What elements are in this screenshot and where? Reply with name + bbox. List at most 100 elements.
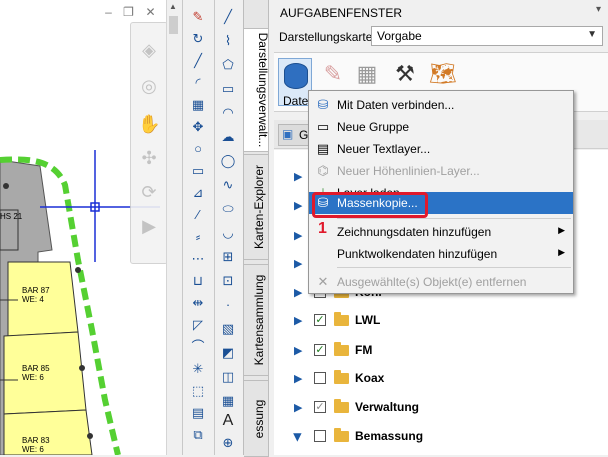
polyline-icon[interactable]: ⌇	[218, 32, 238, 50]
new-group-icon: ▭	[316, 119, 330, 134]
break-icon[interactable]: ⋯	[188, 250, 208, 268]
layer-checkbox[interactable]	[314, 430, 326, 442]
table-view-icon[interactable]: ▦	[352, 60, 382, 88]
expand-icon[interactable]: ▶	[294, 401, 302, 414]
draw-toolbar: ✎ ↻ ╱ ◜ ▦ ✥ ○ ▭ ⊿ ⁄ ⸗ ⋯ ⊔ ⇹ ◸ ⌒ ✳ ⬚ ▤ ⧉	[182, 0, 215, 455]
menu-item-neuer-hoehenlinien-layer: ⌬ Neuer Höhenlinien-Layer...	[309, 160, 573, 182]
polygon-icon[interactable]: ⬠	[218, 56, 238, 74]
taskpane-vertical-tabs: Darstellungsverwalt... Karten-Explorer K…	[243, 0, 270, 457]
tools-icon[interactable]: ⚒	[390, 60, 420, 88]
stretch-icon[interactable]: ⊿	[188, 184, 208, 202]
spline-icon[interactable]: ∿	[218, 176, 238, 194]
blend-icon[interactable]: ⌒	[188, 338, 208, 356]
tab-kartensammlung[interactable]: Kartensammlung	[244, 264, 269, 376]
tree-row-lwl[interactable]: ▶ ✓ LWL	[294, 311, 594, 331]
drawing-canvas[interactable]: HS 21 BAR 87 WE: 4 BAR 85 WE: 6 BAR 83 W…	[0, 0, 180, 455]
submenu-arrow-icon: ▶	[558, 247, 565, 257]
vertical-scrollbar[interactable]: ▲	[166, 0, 181, 455]
text-layer-icon: ▤	[316, 141, 330, 156]
ellipse-icon[interactable]: ⬭	[218, 200, 238, 218]
scroll-thumb[interactable]	[169, 16, 178, 34]
tab-darstellungsverwaltung[interactable]: Darstellungsverwalt...	[244, 28, 270, 152]
tree-row-koax[interactable]: ▶ Koax	[294, 369, 594, 389]
tab-bemessung[interactable]: essung	[244, 380, 269, 457]
remove-icon: ✕	[317, 274, 329, 289]
expand-icon[interactable]: ▶	[294, 372, 302, 385]
line-draw-icon[interactable]: ╱	[218, 8, 238, 26]
move-icon[interactable]: ✥	[188, 118, 208, 136]
layer-checkbox[interactable]: ✓	[314, 314, 326, 326]
orbit-icon[interactable]: ⟳	[138, 181, 160, 203]
close-button[interactable]: ✕	[144, 6, 157, 19]
tree-row-fm[interactable]: ▶ ✓ FM	[294, 341, 594, 361]
highlight-box	[312, 192, 428, 218]
rectangle-draw-icon[interactable]: ▭	[218, 80, 238, 98]
gradient-icon[interactable]: ◩	[218, 344, 238, 362]
zoom-icon[interactable]: ✣	[138, 147, 160, 169]
rotate-copy-icon[interactable]: ↻	[188, 30, 208, 48]
map-select-value: Vorgabe	[377, 29, 422, 43]
group-icon: ▣	[282, 127, 294, 141]
join-icon[interactable]: ⊔	[188, 272, 208, 290]
add-selected-icon[interactable]: ⊕	[218, 434, 238, 452]
brush-icon[interactable]: ✎	[188, 8, 208, 26]
chamfer-icon[interactable]: ◸	[188, 316, 208, 334]
region-icon[interactable]: ◫	[218, 368, 238, 386]
trim-icon[interactable]: ⁄	[188, 206, 208, 224]
expand-icon[interactable]: ▶	[294, 286, 302, 299]
expand-icon: ▶	[294, 200, 303, 212]
steering-wheel-icon[interactable]: ◎	[138, 75, 160, 97]
scroll-up-icon[interactable]: ▲	[169, 2, 177, 11]
menu-item-objekte-entfernen: ✕ Ausgewählte(s) Objekt(e) entfernen	[309, 271, 573, 293]
viewcube-icon[interactable]: ◈	[138, 39, 160, 61]
style-icon[interactable]: ✎	[318, 60, 348, 88]
map-select[interactable]: Vorgabe ▼	[371, 26, 603, 46]
rectangle-icon[interactable]: ▭	[188, 162, 208, 180]
ellipse-arc-icon[interactable]: ◡	[218, 224, 238, 242]
pan-icon[interactable]: ✋	[138, 113, 160, 135]
cloud-icon[interactable]: ☁	[218, 128, 238, 146]
tree-row-verwaltung[interactable]: ▶ ✓ Verwaltung	[294, 398, 594, 418]
text-icon[interactable]: A	[218, 412, 238, 430]
minimize-button[interactable]: –	[102, 6, 115, 19]
menu-item-mit-daten-verbinden[interactable]: ⛁ Mit Daten verbinden...	[309, 94, 573, 116]
layer-checkbox[interactable]: ✓	[314, 401, 326, 413]
point-icon[interactable]: ·	[218, 296, 238, 314]
circle-icon[interactable]: ○	[188, 140, 208, 158]
insert-block-icon[interactable]: ⊞	[218, 248, 238, 266]
expand-icon[interactable]: ▶	[294, 344, 302, 357]
tab-karten-explorer[interactable]: Karten-Explorer	[244, 154, 269, 260]
expand-icon[interactable]: ▶	[294, 314, 302, 327]
step-number: 1	[318, 220, 327, 237]
navigation-bar: ◈ ◎ ✋ ✣ ⟳ ▶	[130, 22, 168, 264]
menu-item-neuer-textlayer[interactable]: ▤ Neuer Textlayer...	[309, 138, 573, 160]
menu-item-punktwolkendaten-hinzufuegen[interactable]: Punktwolkendaten hinzufügen ▶	[309, 243, 573, 265]
layer-checkbox[interactable]: ✓	[314, 344, 326, 356]
make-block-icon[interactable]: ⊡	[218, 272, 238, 290]
layer-checkbox[interactable]	[314, 372, 326, 384]
fillet-icon[interactable]: ◜	[188, 74, 208, 92]
circle-draw-icon[interactable]: ◯	[218, 152, 238, 170]
menu-item-zeichnungsdaten-hinzufuegen[interactable]: Zeichnungsdaten hinzufügen ▶	[309, 221, 573, 243]
arc-icon[interactable]: ◠	[218, 104, 238, 122]
line-icon[interactable]: ╱	[188, 52, 208, 70]
pane-title: AUFGABENFENSTER	[280, 6, 403, 20]
table-icon[interactable]: ▦	[218, 392, 238, 410]
layer-icon[interactable]: ⧉	[188, 426, 208, 444]
map-icon[interactable]: 🗺	[428, 60, 458, 88]
properties-icon[interactable]: ▤	[188, 404, 208, 422]
menu-item-neue-gruppe[interactable]: ▭ Neue Gruppe	[309, 116, 573, 138]
hatch-icon[interactable]: ▧	[218, 320, 238, 338]
3d-box-icon[interactable]: ⬚	[188, 382, 208, 400]
contour-layer-icon: ⌬	[317, 163, 329, 178]
collapse-icon[interactable]: ▶	[292, 433, 305, 441]
restore-button[interactable]: ❐	[122, 6, 135, 19]
expand-icon: ▶	[294, 171, 303, 183]
pane-menu-icon[interactable]: ▾	[596, 4, 601, 15]
extend-icon[interactable]: ⸗	[188, 228, 208, 246]
array-icon[interactable]: ▦	[188, 96, 208, 114]
tree-row-bemassung[interactable]: ▶ Bemassung	[292, 427, 594, 447]
offset-icon[interactable]: ⇹	[188, 294, 208, 312]
showmotion-icon[interactable]: ▶	[138, 215, 160, 237]
explode-icon[interactable]: ✳	[188, 360, 208, 378]
